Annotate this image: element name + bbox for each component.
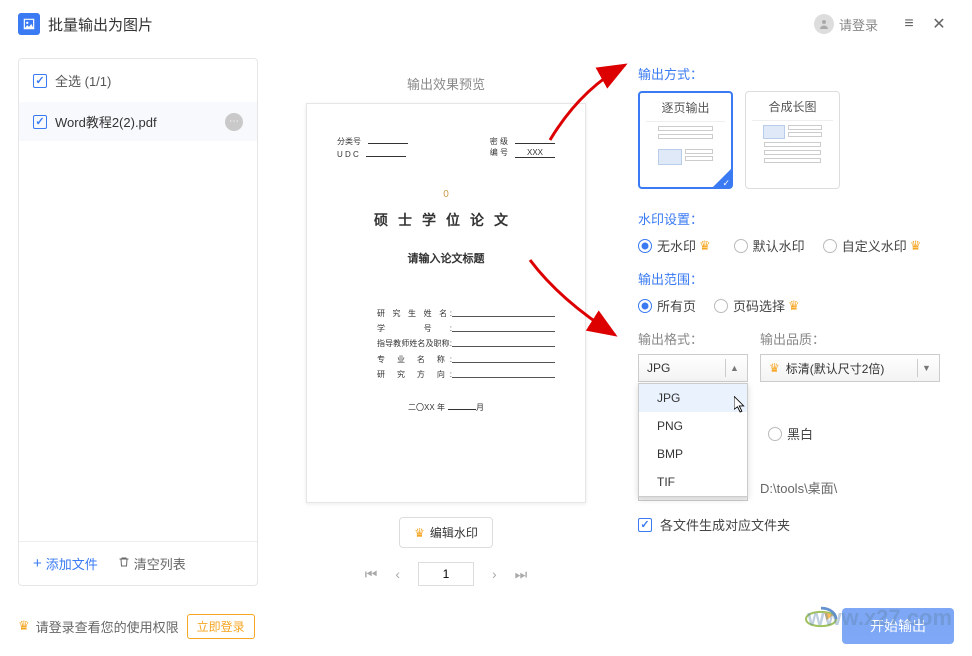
format-dropdown-menu: JPG PNG BMP TIF bbox=[638, 383, 748, 497]
file-list-panel: 全选 (1/1) Word教程2(2).pdf ⋯ + 添加文件 清空列表 bbox=[18, 58, 258, 586]
pager-next-icon[interactable]: › bbox=[492, 566, 497, 582]
quality-dropdown[interactable]: ♛ 标清(默认尺寸2倍) ▼ bbox=[760, 354, 940, 382]
format-option-jpg[interactable]: JPG bbox=[639, 384, 747, 412]
login-button[interactable]: 请登录 bbox=[814, 14, 878, 34]
close-icon[interactable]: ✕ bbox=[932, 14, 946, 34]
format-option-png[interactable]: PNG bbox=[639, 412, 747, 440]
crown-icon: ♛ bbox=[414, 526, 425, 540]
file-checkbox[interactable] bbox=[33, 115, 47, 129]
avatar-icon bbox=[814, 14, 834, 34]
menu-icon[interactable]: ≡ bbox=[902, 15, 916, 33]
output-mode-label: 输出方式： bbox=[638, 64, 954, 83]
file-item[interactable]: Word教程2(2).pdf ⋯ bbox=[19, 102, 257, 141]
page-title: 批量输出为图片 bbox=[48, 14, 153, 35]
edit-watermark-button[interactable]: ♛ 编辑水印 bbox=[399, 517, 493, 548]
savepath-value: D:\tools\桌面\ bbox=[760, 478, 837, 497]
radio-no-watermark[interactable]: 无水印♛ bbox=[638, 236, 716, 255]
login-now-button[interactable]: 立即登录 bbox=[187, 614, 255, 639]
format-option-tif[interactable]: TIF bbox=[639, 468, 747, 496]
add-file-button[interactable]: + 添加文件 bbox=[33, 554, 98, 573]
crown-icon: ♛ bbox=[788, 298, 800, 314]
preview-panel: 输出效果预览 分类号 U D C 密 级 编 号XXX 0 硕士学位论文 请输入… bbox=[272, 58, 620, 586]
gen-folder-checkbox[interactable] bbox=[638, 518, 652, 532]
plus-icon: + bbox=[33, 555, 42, 572]
radio-page-select[interactable]: 页码选择♛ bbox=[714, 296, 805, 315]
radio-default-watermark[interactable]: 默认水印 bbox=[734, 236, 805, 255]
file-name: Word教程2(2).pdf bbox=[55, 112, 225, 131]
chevron-down-icon: ▼ bbox=[917, 359, 935, 377]
app-icon bbox=[18, 13, 40, 35]
start-output-button[interactable]: 开始输出 bbox=[842, 608, 954, 644]
title-bar: 批量输出为图片 请登录 ≡ ✕ bbox=[0, 0, 972, 48]
pager-last-icon[interactable]: ⏭ bbox=[515, 566, 528, 583]
select-all-checkbox[interactable] bbox=[33, 74, 47, 88]
watermark-label: 水印设置： bbox=[638, 209, 954, 228]
gen-folder-checkbox-row[interactable]: 各文件生成对应文件夹 bbox=[638, 515, 954, 534]
range-label: 输出范围： bbox=[638, 269, 954, 288]
format-option-bmp[interactable]: BMP bbox=[639, 440, 747, 468]
login-message: ♛ 请登录查看您的使用权限 立即登录 bbox=[18, 614, 255, 639]
mode-per-page[interactable]: 逐页输出 bbox=[638, 91, 733, 189]
format-label: 输出格式： bbox=[638, 329, 748, 348]
pager-input[interactable] bbox=[418, 562, 474, 586]
crown-icon: ♛ bbox=[699, 238, 711, 254]
options-panel: 输出方式： 逐页输出 合成长图 水印设置： bbox=[634, 58, 954, 586]
radio-blackwhite[interactable]: 黑白 bbox=[768, 424, 954, 443]
pager-first-icon[interactable]: ⏮ bbox=[365, 566, 378, 583]
footer: ♛ 请登录查看您的使用权限 立即登录 开始输出 bbox=[18, 608, 954, 644]
mode-long-image[interactable]: 合成长图 bbox=[745, 91, 840, 189]
chevron-up-icon: ▲ bbox=[725, 359, 743, 377]
format-dropdown[interactable]: JPG ▲ bbox=[638, 354, 748, 382]
radio-custom-watermark[interactable]: 自定义水印♛ bbox=[823, 236, 927, 255]
preview-page: 分类号 U D C 密 级 编 号XXX 0 硕士学位论文 请输入论文标题 研 … bbox=[306, 103, 586, 503]
thesis-title: 硕士学位论文 bbox=[337, 210, 555, 230]
pager: ⏮ ‹ › ⏭ bbox=[365, 562, 528, 586]
radio-all-pages[interactable]: 所有页 bbox=[638, 296, 696, 315]
crown-icon: ♛ bbox=[18, 618, 30, 634]
clear-list-button[interactable]: 清空列表 bbox=[118, 554, 186, 573]
select-all-row[interactable]: 全选 (1/1) bbox=[19, 71, 257, 102]
quality-label: 输出品质： bbox=[760, 329, 940, 348]
preview-title: 输出效果预览 bbox=[407, 74, 485, 93]
trash-icon bbox=[118, 556, 130, 571]
file-more-icon[interactable]: ⋯ bbox=[225, 113, 243, 131]
crown-icon: ♛ bbox=[910, 238, 922, 254]
pager-prev-icon[interactable]: ‹ bbox=[395, 566, 400, 582]
crown-icon: ♛ bbox=[769, 361, 780, 375]
